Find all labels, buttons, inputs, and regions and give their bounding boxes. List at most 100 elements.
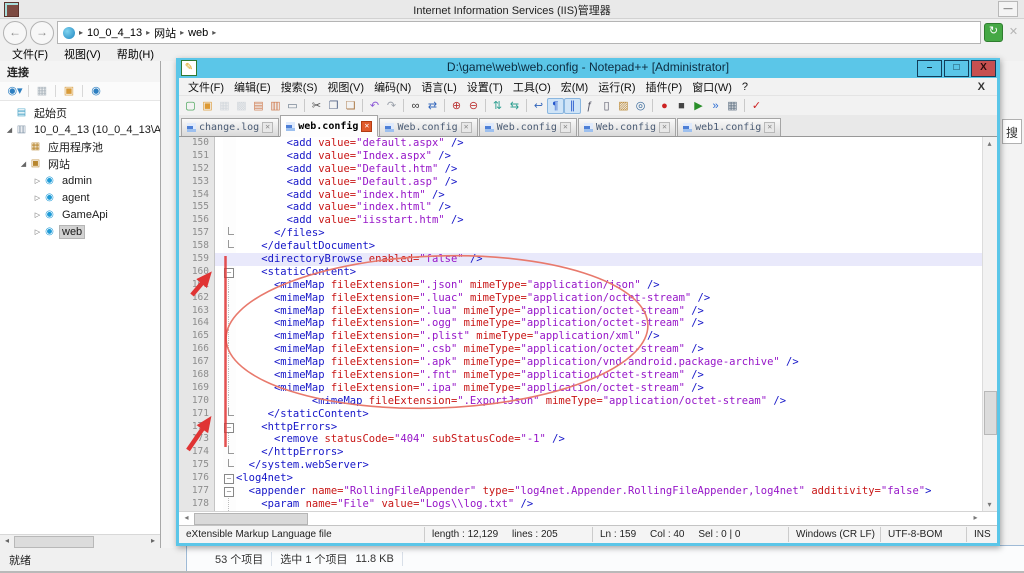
stop-button[interactable]: ✕ [1006,25,1021,40]
tab-close-icon[interactable]: ✕ [361,121,372,132]
close-file-icon[interactable]: ▤ [250,98,267,114]
doc-close-icon[interactable]: X [973,80,993,94]
cut-icon[interactable]: ✂ [308,98,325,114]
indent-guide-icon[interactable]: ∥ [564,98,581,114]
breadcrumb-item[interactable]: web [188,27,208,39]
forward-button[interactable]: → [30,21,54,45]
macro-stop-icon[interactable]: ■ [673,98,690,114]
scroll-right-icon[interactable]: ▸ [147,535,159,547]
iis-menu-item[interactable]: 文件(F) [6,46,54,62]
sync-vertical-icon[interactable]: ⇅ [489,98,506,114]
notepad-menu-item[interactable]: 语言(L) [416,78,461,96]
iis-minimize-button[interactable]: — [998,1,1018,17]
scroll-left-icon[interactable]: ◂ [180,512,193,524]
collapse-arrow-icon[interactable]: ▷ [32,194,43,202]
status-insert-mode[interactable]: INS [967,527,997,542]
save-icon[interactable]: ▦ [216,98,233,114]
tree-item-app-pools[interactable]: ▦应用程序池 [0,138,160,155]
editor-area[interactable]: 150 <add value="default.aspx" />151 <add… [179,137,997,511]
zoom-in-icon[interactable]: ⊕ [448,98,465,114]
tab-web1-config[interactable]: web1.config✕ [677,118,781,136]
tab-web-config-3[interactable]: Web.config✕ [479,118,577,136]
minimize-button[interactable]: – [917,60,942,77]
tree-item-site-web[interactable]: ▷◉web [0,223,160,240]
save-connections-icon[interactable]: ▦ [33,84,51,97]
breadcrumb[interactable]: ▸10_0_4_13▸网站▸web▸ [57,21,981,44]
connect-server-icon[interactable]: ◉▾ [6,84,24,97]
tree-item-site-admin[interactable]: ▷◉admin [0,172,160,189]
doc-map-icon[interactable]: ▯ [598,98,615,114]
notepad-menu-item[interactable]: 文件(F) [183,78,229,96]
collapse-arrow-icon[interactable]: ▷ [32,177,43,185]
up-level-folder-icon[interactable]: ▣ [60,84,78,97]
scrollbar-thumb[interactable] [194,513,308,525]
tab-change-log[interactable]: change.log✕ [181,118,279,136]
fold-collapse-icon[interactable]: – [224,487,234,497]
tree-item-sites[interactable]: ◢▣网站 [0,155,160,172]
collapse-arrow-icon[interactable]: ▷ [32,228,43,236]
function-list-icon[interactable]: ƒ [581,98,598,114]
refresh-button[interactable]: ↻ [984,23,1003,42]
scroll-down-icon[interactable]: ▾ [983,498,996,511]
macro-record-icon[interactable]: ● [656,98,673,114]
back-button[interactable]: ← [3,21,27,45]
notepad-menu-item[interactable]: 搜索(S) [276,78,323,96]
tab-close-icon[interactable]: ✕ [560,122,571,133]
expanded-icon[interactable]: ◢ [18,160,29,168]
replace-icon[interactable]: ⇄ [424,98,441,114]
tab-close-icon[interactable]: ✕ [461,122,472,133]
editor-hscrollbar[interactable]: ◂ ▸ [179,511,997,525]
tab-web-config-2[interactable]: Web.config✕ [379,118,477,136]
notepad-menu-item[interactable]: 窗口(W) [687,78,737,96]
close-all-icon[interactable]: ▥ [267,98,284,114]
spell-check-icon[interactable]: ✓ [748,98,765,114]
show-all-chars-icon[interactable]: ¶ [547,98,564,114]
open-file-icon[interactable]: ▣ [199,98,216,114]
status-encoding[interactable]: UTF-8-BOM [881,527,967,542]
paste-icon[interactable]: ❏ [342,98,359,114]
breadcrumb-item[interactable]: 网站 [154,25,176,41]
notepad-menu-item[interactable]: ? [737,80,753,94]
fold-collapse-icon[interactable]: – [224,474,234,484]
scrollbar-thumb[interactable] [14,536,94,548]
iis-menu-item[interactable]: 帮助(H) [111,46,160,62]
macro-multi-play-icon[interactable]: » [707,98,724,114]
sync-horizontal-icon[interactable]: ⇆ [506,98,523,114]
sidebar-hscrollbar[interactable]: ◂ ▸ [0,534,160,548]
new-file-icon[interactable]: ▢ [182,98,199,114]
notepad-menu-item[interactable]: 宏(M) [556,78,594,96]
notepad-menu-item[interactable]: 运行(R) [593,78,640,96]
scroll-left-icon[interactable]: ◂ [1,535,13,547]
zoom-out-icon[interactable]: ⊖ [465,98,482,114]
tab-close-icon[interactable]: ✕ [764,122,775,133]
notepad-menu-item[interactable]: 工具(O) [508,78,556,96]
tab-web-config-4[interactable]: Web.config✕ [578,118,676,136]
delete-connection-icon[interactable]: ◉ [87,84,105,97]
print-icon[interactable]: ▭ [284,98,301,114]
notepad-menu-item[interactable]: 编辑(E) [229,78,276,96]
scroll-right-icon[interactable]: ▸ [969,512,982,524]
maximize-button[interactable]: □ [944,60,969,77]
scrollbar-thumb[interactable] [984,391,997,435]
doc-monitor-icon[interactable]: ◎ [632,98,649,114]
notepad-menu-item[interactable]: 编码(N) [369,78,416,96]
notepad-title-bar[interactable]: ✎ D:\game\web\web.config - Notepad++ [Ad… [179,58,997,78]
tree-item-site-gameapi[interactable]: ▷◉GameApi [0,206,160,223]
tab-web-config[interactable]: web.config✕ [280,115,378,137]
notepad-menu-item[interactable]: 插件(P) [641,78,688,96]
redo-icon[interactable]: ↷ [383,98,400,114]
undo-icon[interactable]: ↶ [366,98,383,114]
status-eol-format[interactable]: Windows (CR LF) [789,527,881,542]
find-icon[interactable]: ∞ [407,98,424,114]
tab-close-icon[interactable]: ✕ [659,122,670,133]
expanded-icon[interactable]: ◢ [4,126,15,134]
notepad-menu-item[interactable]: 视图(V) [322,78,369,96]
scroll-up-icon[interactable]: ▴ [983,137,996,150]
breadcrumb-item[interactable]: 10_0_4_13 [87,27,142,39]
save-all-icon[interactable]: ▩ [233,98,250,114]
macro-save-icon[interactable]: ▦ [724,98,741,114]
collapse-arrow-icon[interactable]: ▷ [32,211,43,219]
close-button[interactable]: X [971,60,996,77]
iis-menu-item[interactable]: 视图(V) [58,46,107,62]
copy-icon[interactable]: ❐ [325,98,342,114]
